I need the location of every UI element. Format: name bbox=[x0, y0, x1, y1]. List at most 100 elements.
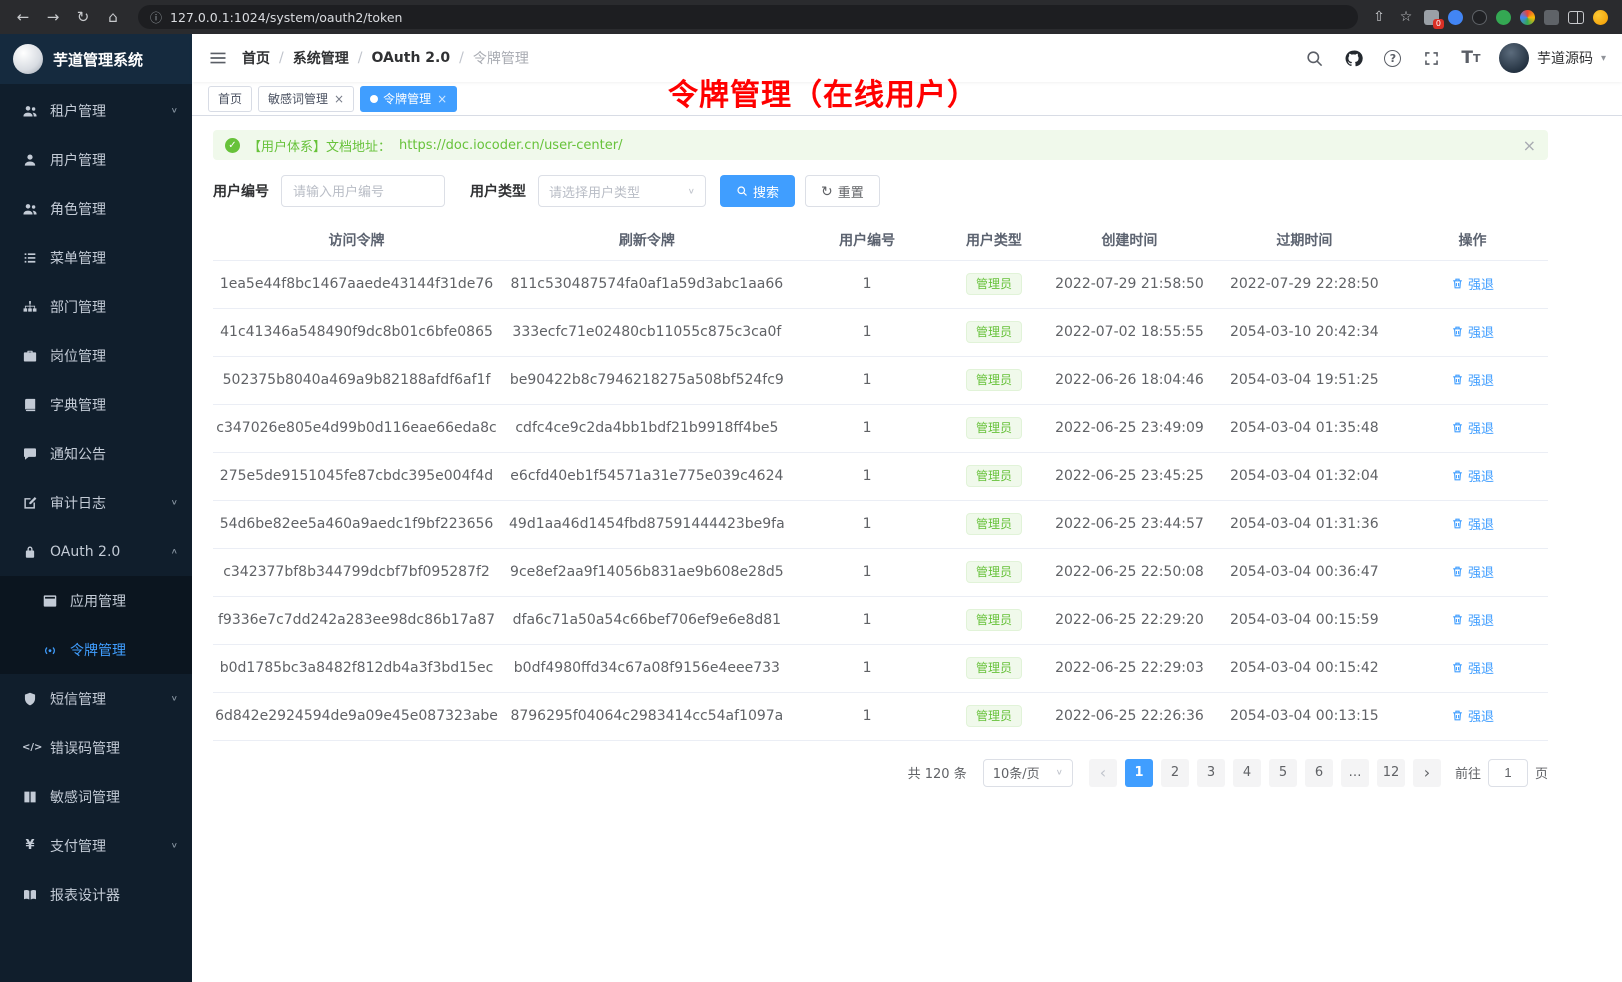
alert-close-icon[interactable]: × bbox=[1523, 136, 1536, 155]
sidebar-item-sms[interactable]: 短信管理 ∨ bbox=[0, 674, 192, 723]
goto-page-input[interactable] bbox=[1488, 759, 1528, 787]
sidebar-item-audit-log[interactable]: 审计日志 ∨ bbox=[0, 478, 192, 527]
cell-actions: 强退 bbox=[1397, 644, 1548, 692]
sidebar-item-app-management[interactable]: 应用管理 bbox=[0, 576, 192, 625]
forward-icon[interactable]: → bbox=[40, 4, 66, 30]
force-logout-button[interactable]: 强退 bbox=[1451, 418, 1494, 437]
username: 芋道源码 bbox=[1537, 48, 1593, 68]
page-button-1[interactable]: 1 bbox=[1125, 759, 1153, 787]
active-tab-dot bbox=[370, 95, 378, 103]
sidebar-item-user[interactable]: 用户管理 bbox=[0, 135, 192, 184]
cell-user-id: 1 bbox=[794, 644, 941, 692]
profile-avatar-icon[interactable] bbox=[1593, 10, 1608, 25]
app-logo[interactable]: 芋道管理系统 bbox=[0, 34, 192, 84]
cell-user-type: 管理员 bbox=[941, 452, 1048, 500]
page-button-2[interactable]: 2 bbox=[1161, 759, 1189, 787]
user-type-select[interactable]: 请选择用户类型 ∨ bbox=[538, 175, 706, 207]
force-logout-button[interactable]: 强退 bbox=[1451, 562, 1494, 581]
font-size-icon[interactable]: TT bbox=[1460, 47, 1482, 69]
breadcrumb-oauth2[interactable]: OAuth 2.0 bbox=[371, 50, 450, 66]
help-icon[interactable]: ? bbox=[1382, 47, 1404, 69]
sidebar-item-post[interactable]: 岗位管理 bbox=[0, 331, 192, 380]
extension-icon-3[interactable] bbox=[1472, 10, 1487, 25]
page-button-5[interactable]: 5 bbox=[1269, 759, 1297, 787]
doc-link[interactable]: https://doc.iocoder.cn/user-center/ bbox=[399, 138, 622, 153]
cell-actions: 强退 bbox=[1397, 596, 1548, 644]
prev-page-button[interactable]: ‹ bbox=[1089, 759, 1117, 787]
page-button-6[interactable]: 6 bbox=[1305, 759, 1333, 787]
sidebar-item-oauth2[interactable]: OAuth 2.0 ∧ bbox=[0, 527, 192, 576]
force-logout-button[interactable]: 强退 bbox=[1451, 466, 1494, 485]
tab-token-management[interactable]: 令牌管理 × bbox=[360, 86, 457, 112]
chevron-up-icon: ∧ bbox=[171, 547, 178, 555]
sidebar-item-menu[interactable]: 菜单管理 bbox=[0, 233, 192, 282]
cell-user-id: 1 bbox=[794, 596, 941, 644]
search-button[interactable]: 搜索 bbox=[720, 175, 795, 207]
cell-created-time: 2022-06-25 22:29:03 bbox=[1047, 644, 1211, 692]
force-logout-button[interactable]: 强退 bbox=[1451, 610, 1494, 629]
page-size-select[interactable]: 10条/页 ∨ bbox=[983, 759, 1073, 787]
fullscreen-icon[interactable] bbox=[1421, 47, 1443, 69]
extension-icon-2[interactable] bbox=[1448, 10, 1463, 25]
page-button-3[interactable]: 3 bbox=[1197, 759, 1225, 787]
user-type-badge: 管理员 bbox=[966, 417, 1022, 439]
extension-icon-6[interactable] bbox=[1544, 10, 1559, 25]
breadcrumb-system[interactable]: 系统管理 bbox=[293, 48, 349, 68]
force-logout-button[interactable]: 强退 bbox=[1451, 706, 1494, 725]
cell-expire-time: 2054-03-10 20:42:34 bbox=[1212, 308, 1398, 356]
tab-home[interactable]: 首页 bbox=[208, 86, 252, 112]
home-icon[interactable]: ⌂ bbox=[100, 4, 126, 30]
address-bar[interactable]: ⓘ 127.0.0.1:1024/system/oauth2/token bbox=[138, 5, 1358, 29]
bookmark-star-icon[interactable]: ☆ bbox=[1397, 8, 1415, 26]
reset-button[interactable]: ↻ 重置 bbox=[805, 175, 880, 207]
sidebar-item-report-designer[interactable]: 报表设计器 bbox=[0, 870, 192, 919]
github-icon[interactable] bbox=[1343, 47, 1365, 69]
split-view-icon[interactable] bbox=[1568, 11, 1584, 24]
user-profile-menu[interactable]: 芋道源码 ▾ bbox=[1499, 43, 1606, 73]
sidebar-item-payment[interactable]: ¥ 支付管理 ∨ bbox=[0, 821, 192, 870]
hamburger-icon[interactable] bbox=[208, 48, 228, 68]
page-button-4[interactable]: 4 bbox=[1233, 759, 1261, 787]
back-icon[interactable]: ← bbox=[10, 4, 36, 30]
share-icon[interactable]: ⇧ bbox=[1370, 8, 1388, 26]
breadcrumb-home[interactable]: 首页 bbox=[242, 48, 270, 68]
force-logout-button[interactable]: 强退 bbox=[1451, 274, 1494, 293]
sidebar-item-dept[interactable]: 部门管理 bbox=[0, 282, 192, 331]
force-logout-button[interactable]: 强退 bbox=[1451, 514, 1494, 533]
next-page-button[interactable]: › bbox=[1413, 759, 1441, 787]
sidebar-item-role[interactable]: 角色管理 bbox=[0, 184, 192, 233]
more-pages-button[interactable]: … bbox=[1341, 759, 1369, 787]
sidebar-item-error-code[interactable]: </> 错误码管理 bbox=[0, 723, 192, 772]
sidebar-item-token-management[interactable]: 令牌管理 bbox=[0, 625, 192, 674]
cell-refresh-token: b0df4980ffd34c67a08f9156e4eee733 bbox=[500, 644, 794, 692]
force-logout-button[interactable]: 强退 bbox=[1451, 322, 1494, 341]
force-logout-button[interactable]: 强退 bbox=[1451, 370, 1494, 389]
extension-icon-5[interactable] bbox=[1520, 10, 1535, 25]
sidebar-item-tenant[interactable]: 租户管理 ∨ bbox=[0, 86, 192, 135]
sidebar-item-dict[interactable]: 字典管理 bbox=[0, 380, 192, 429]
extension-icon-4[interactable] bbox=[1496, 10, 1511, 25]
chevron-down-icon: ∨ bbox=[171, 106, 178, 114]
chevron-down-icon: ∨ bbox=[171, 694, 178, 702]
cell-user-id: 1 bbox=[794, 452, 941, 500]
force-logout-button[interactable]: 强退 bbox=[1451, 658, 1494, 677]
header-search-icon[interactable] bbox=[1304, 47, 1326, 69]
user-type-badge: 管理员 bbox=[966, 513, 1022, 535]
size-small: T bbox=[1473, 52, 1481, 65]
user-id-input[interactable] bbox=[281, 175, 445, 207]
sidebar-item-notice[interactable]: 通知公告 bbox=[0, 429, 192, 478]
close-icon[interactable]: × bbox=[334, 92, 344, 106]
shield-icon bbox=[22, 691, 38, 707]
tab-sensitive-words[interactable]: 敏感词管理 × bbox=[258, 86, 354, 112]
reload-icon[interactable]: ↻ bbox=[70, 4, 96, 30]
sidebar-item-label: OAuth 2.0 bbox=[50, 544, 171, 560]
close-icon[interactable]: × bbox=[437, 92, 447, 106]
site-info-icon[interactable]: ⓘ bbox=[150, 9, 162, 26]
sidebar-item-sensitive-words[interactable]: 敏感词管理 bbox=[0, 772, 192, 821]
cell-user-id: 1 bbox=[794, 308, 941, 356]
extension-icon-1[interactable]: 0 bbox=[1424, 10, 1439, 25]
delete-icon bbox=[1451, 661, 1464, 674]
table-row: 275e5de9151045fe87cbdc395e004f4d e6cfd40… bbox=[213, 452, 1548, 500]
force-logout-label: 强退 bbox=[1468, 274, 1494, 293]
page-button-12[interactable]: 12 bbox=[1377, 759, 1405, 787]
